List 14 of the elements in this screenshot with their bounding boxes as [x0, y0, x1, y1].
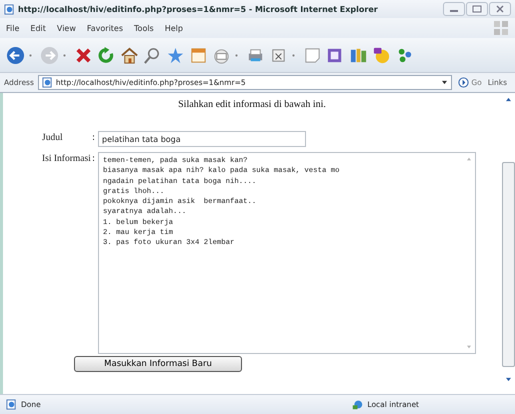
- menu-item[interactable]: File: [6, 24, 20, 32]
- field-label: Judul: [42, 132, 64, 143]
- menu-item[interactable]: Favorites: [86, 24, 124, 32]
- submit-button[interactable]: Masukkan Informasi Baru: [74, 356, 242, 372]
- menu-item[interactable]: Help: [164, 24, 183, 32]
- menu-item[interactable]: View: [56, 24, 76, 32]
- field-label: Isi Informasi: [42, 153, 92, 164]
- menu-item[interactable]: Tools: [134, 24, 154, 32]
- colon-text: :: [92, 132, 96, 143]
- page-heading: Silahkan edit informasi di bawah ini.: [178, 99, 326, 110]
- title-field[interactable]: pelatihan tata boga: [98, 131, 306, 147]
- colon-text: :: [92, 153, 96, 164]
- window-title: http://localhost/hiv/editinfo.php?proses=1&nmr=5 - Microsoft Internet Explorer: [18, 4, 379, 14]
- menu-item[interactable]: Edit: [30, 24, 46, 32]
